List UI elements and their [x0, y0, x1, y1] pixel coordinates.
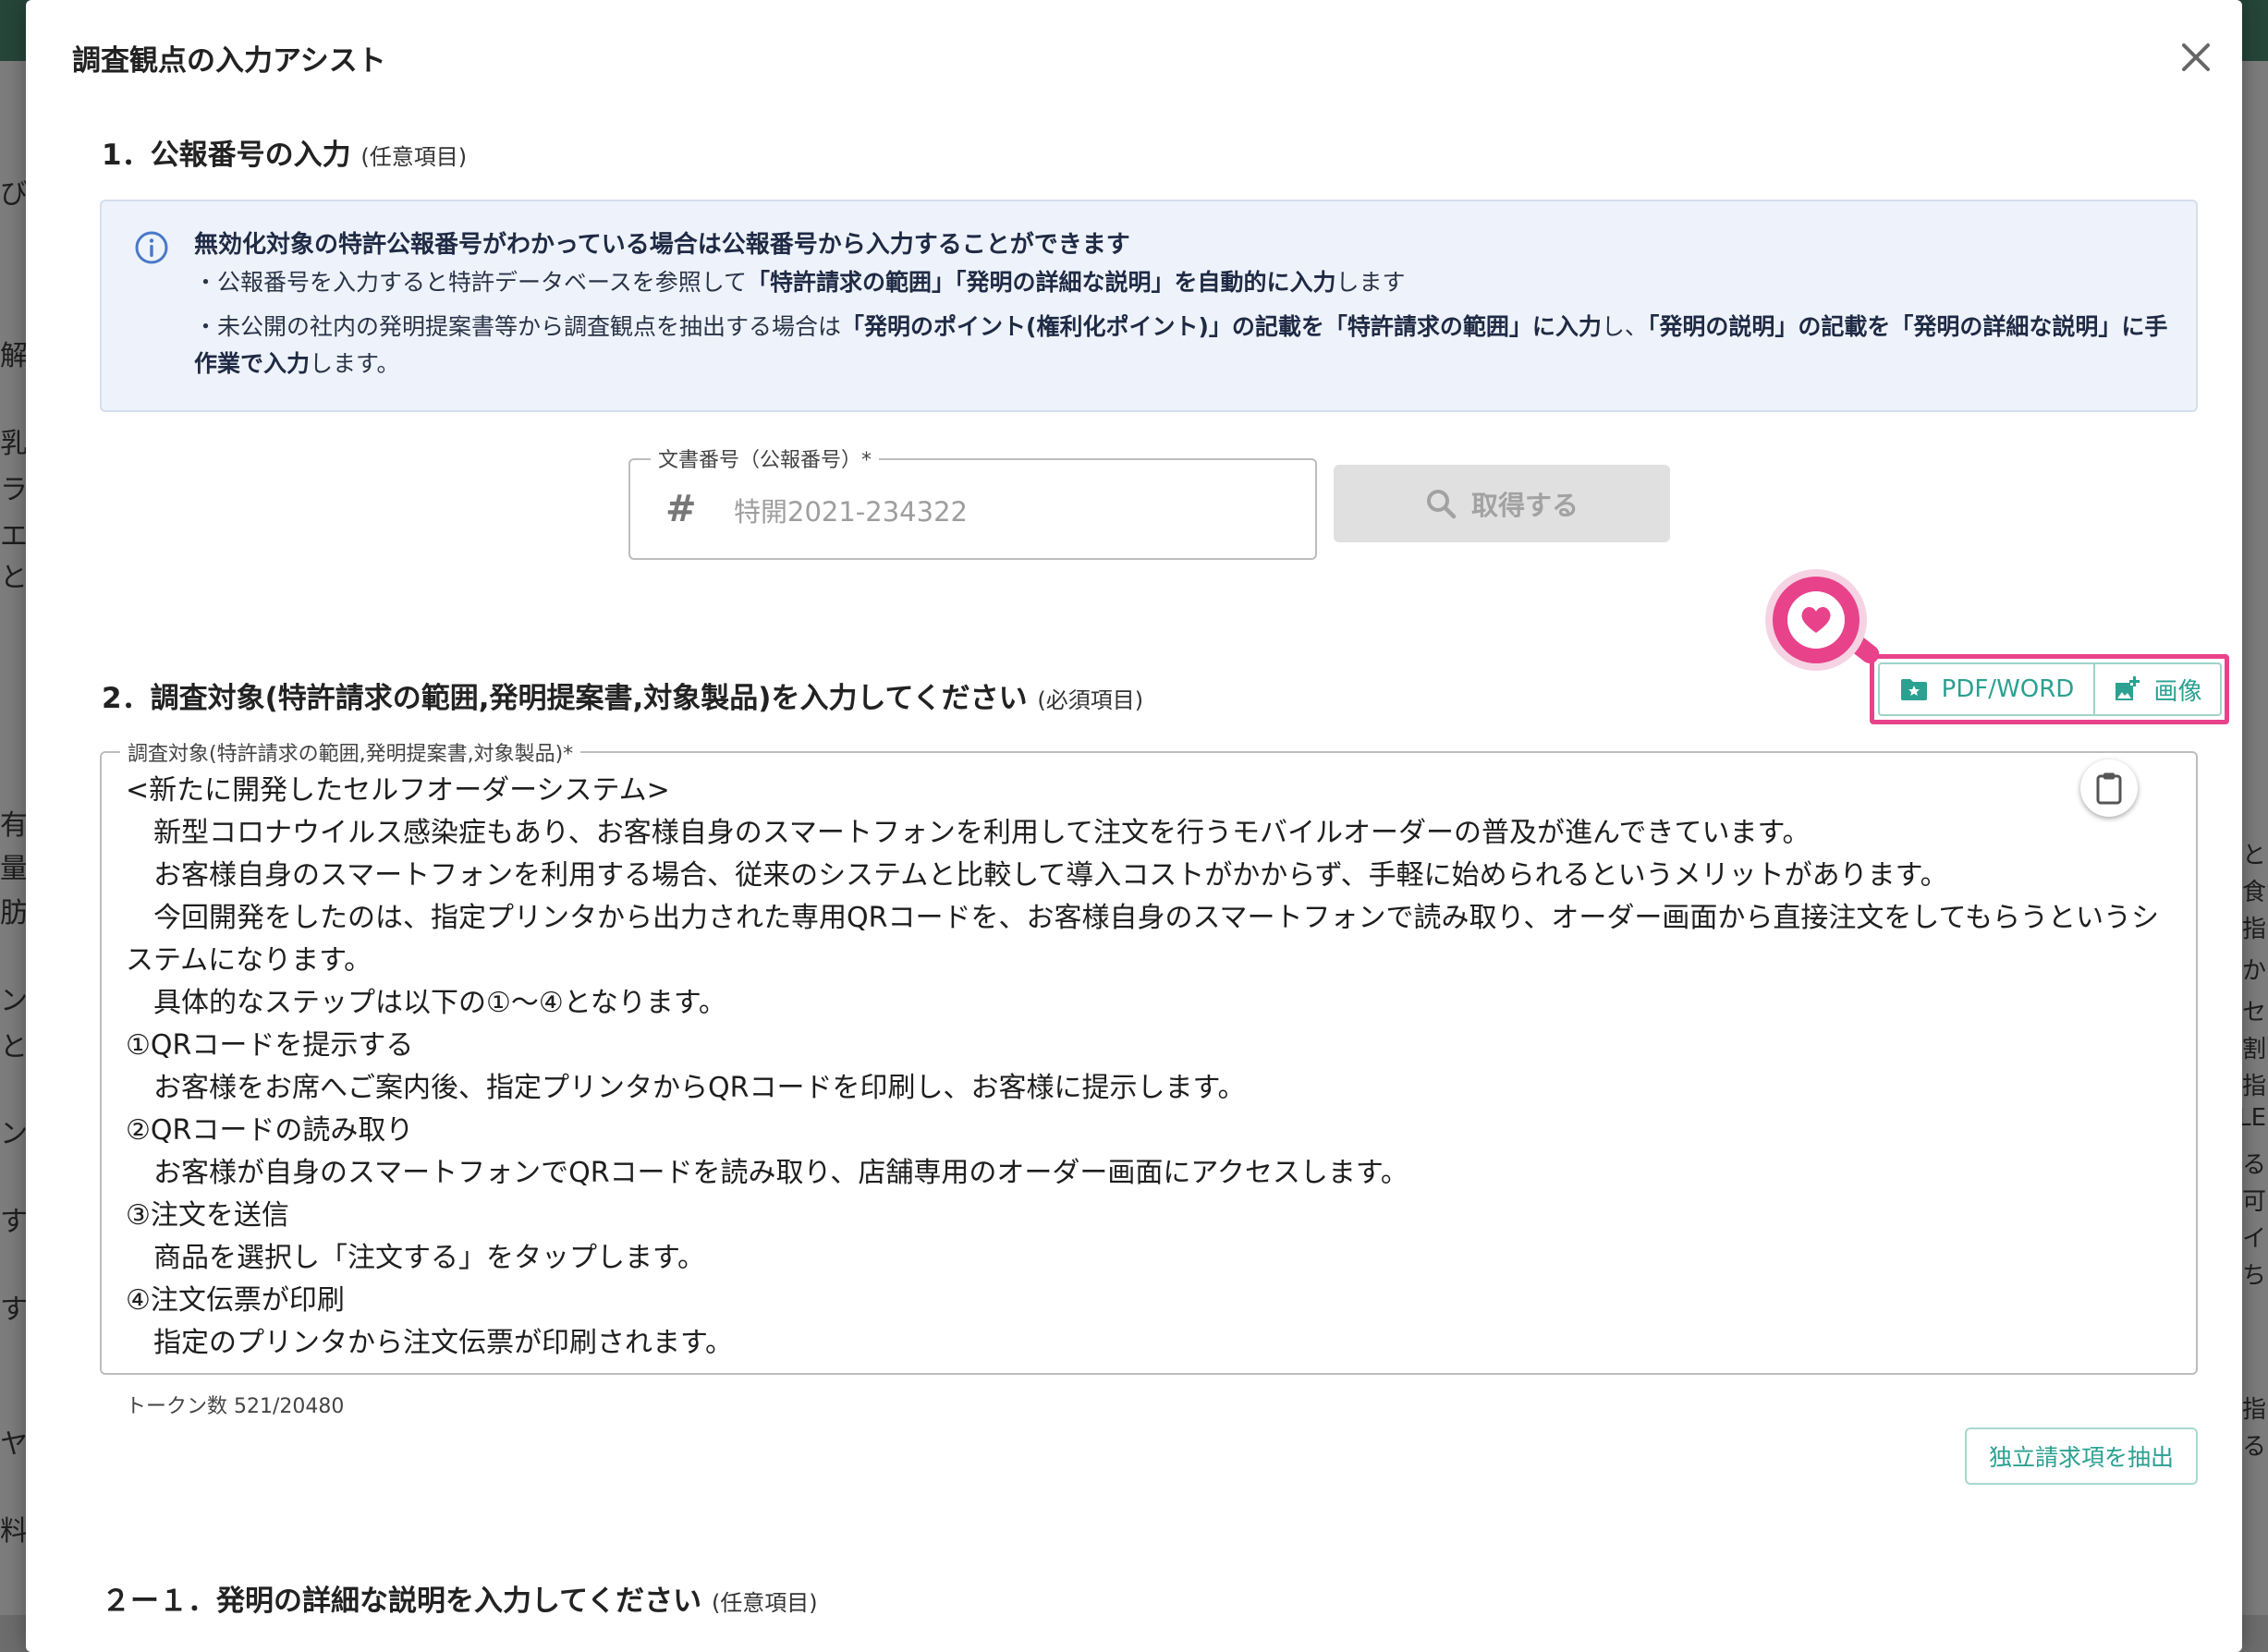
bg-char: イ — [2241, 1225, 2266, 1253]
pdf-word-label: PDF/WORD — [1941, 675, 2075, 703]
info-line-1: ・公報番号を入力すると特許データベースを参照して「特許請求の範囲」「発明の詳細な… — [194, 264, 2172, 301]
info-text: ・未公開の社内の発明提案書等から調査観点を抽出する場合は — [194, 313, 842, 340]
section2-title: 2．調査対象(特許請求の範囲,発明提案書,対象製品)を入力してください — [102, 682, 1028, 715]
search-icon — [1426, 490, 1457, 519]
section21-heading: ２ー１．発明の詳細な説明を入力してください (任意項目) — [102, 1577, 818, 1619]
target-textarea[interactable]: 調査対象(特許請求の範囲,発明提案書,対象製品)* <新たに開発したセルフオーダ… — [100, 737, 2198, 1375]
bg-char: る — [2241, 1433, 2266, 1461]
folder-star-icon — [1900, 679, 1927, 700]
heart-icon — [1801, 606, 1831, 633]
extract-independent-claims-button[interactable]: 独立請求項を抽出 — [1965, 1427, 2198, 1485]
section2-heading: 2．調査対象(特許請求の範囲,発明提案書,対象製品)を入力してください (必須項… — [102, 674, 1143, 716]
document-number-input[interactable] — [732, 488, 1290, 536]
paste-button[interactable] — [2080, 759, 2138, 817]
document-number-field[interactable]: 文書番号（公報番号）* # — [628, 443, 1317, 560]
section1-title: 1．公報番号の入力 — [102, 139, 351, 172]
bg-char: エ — [0, 520, 28, 553]
close-icon — [2182, 43, 2210, 71]
bg-char: セ — [2241, 999, 2266, 1026]
bg-char: と — [0, 562, 28, 594]
input-assist-modal: 調査観点の入力アシスト 1．公報番号の入力 (任意項目) 無効化対象の特許公報番… — [26, 0, 2242, 1652]
background-right-text: と 食 指 か セ 割 指 LE る 可 イ ち 指 る — [2238, 0, 2268, 1652]
hash-icon: # — [665, 488, 697, 530]
section1-heading: 1．公報番号の入力 (任意項目) — [102, 131, 467, 173]
bg-char: か — [2241, 957, 2266, 985]
bg-char: 指 — [2241, 916, 2266, 943]
section21-title: ２ー１．発明の詳細な説明を入力してください — [102, 1585, 702, 1618]
clipboard-icon — [2096, 772, 2122, 805]
info-text: し、 — [1601, 313, 1648, 340]
add-image-icon — [2116, 676, 2140, 700]
section1-optional: (任意項目) — [360, 144, 468, 170]
info-text: ・公報番号を入力すると特許データベースを参照して — [194, 269, 748, 296]
bg-char: と — [2241, 842, 2266, 869]
bg-char: ン — [0, 1118, 28, 1150]
info-title: 無効化対象の特許公報番号がわかっている場合は公報番号から入力することができます — [194, 231, 1130, 259]
image-label: 画像 — [2153, 677, 2202, 706]
modal-title: 調査観点の入力アシスト — [72, 44, 386, 78]
bg-char: 指 — [2241, 1073, 2266, 1100]
section21-optional: (任意項目) — [711, 1590, 818, 1616]
bg-char: 指 — [2241, 1396, 2266, 1424]
info-line-2: ・未公開の社内の発明提案書等から調査観点を抽出する場合は「発明のポイント(権利化… — [194, 309, 2172, 383]
fetch-button-label: 取得する — [1470, 490, 1579, 521]
bg-char: 料 — [0, 1515, 28, 1548]
info-text: します — [1335, 269, 1406, 296]
fetch-button[interactable]: 取得する — [1334, 465, 1670, 542]
pdf-word-upload-button[interactable]: PDF/WORD — [1880, 664, 2095, 714]
highlight-marker — [1765, 569, 1867, 671]
bg-char: 食 — [2241, 879, 2266, 906]
upload-button-group: PDF/WORD 画像 — [1878, 662, 2222, 716]
token-count: トークン数 521/20480 — [126, 1395, 345, 1418]
bg-char: ン — [0, 985, 28, 1017]
bg-char: す — [0, 1294, 28, 1326]
bg-char: ラ — [0, 474, 28, 506]
bg-char: 可 — [2241, 1188, 2266, 1216]
bg-char: 量 — [0, 853, 28, 885]
bg-char: ヤ — [0, 1428, 28, 1461]
bg-char: 有 — [0, 809, 28, 842]
bg-char: る — [2241, 1151, 2266, 1179]
target-label: 調査対象(特許請求の範囲,発明提案書,対象製品)* — [120, 737, 581, 767]
info-text: します。 — [310, 350, 400, 377]
info-text-bold: 「特許請求の範囲」「発明の詳細な説明」を自動的に入力 — [747, 269, 1336, 296]
bg-char: 乳 — [0, 428, 28, 460]
bg-char: 肪 — [0, 897, 28, 929]
bg-char: 解 — [0, 340, 28, 372]
section2-required: (必須項目) — [1037, 687, 1144, 713]
target-text: <新たに開発したセルフオーダーシステム> 新型コロナウイルス感染症もあり、お客様… — [126, 774, 2159, 1359]
bg-char: ち — [2241, 1262, 2266, 1290]
info-box: 無効化対象の特許公報番号がわかっている場合は公報番号から入力することができます … — [100, 200, 2198, 412]
info-icon — [135, 231, 168, 264]
image-upload-button[interactable]: 画像 — [2095, 664, 2220, 714]
bg-char: び — [0, 178, 28, 211]
bg-char: と — [0, 1031, 28, 1063]
document-number-label: 文書番号（公報番号）* — [651, 443, 880, 473]
bg-char: す — [0, 1206, 28, 1238]
info-text-bold: 「発明のポイント(権利化ポイント)」の記載を「特許請求の範囲」に入力 — [841, 313, 1602, 340]
bg-char: 割 — [2241, 1036, 2266, 1063]
background-left-text: び 解 乳 ラ エ と 有 量 肪 ン と ン す す ヤ 料 — [0, 0, 28, 1652]
close-button[interactable] — [2172, 33, 2220, 81]
